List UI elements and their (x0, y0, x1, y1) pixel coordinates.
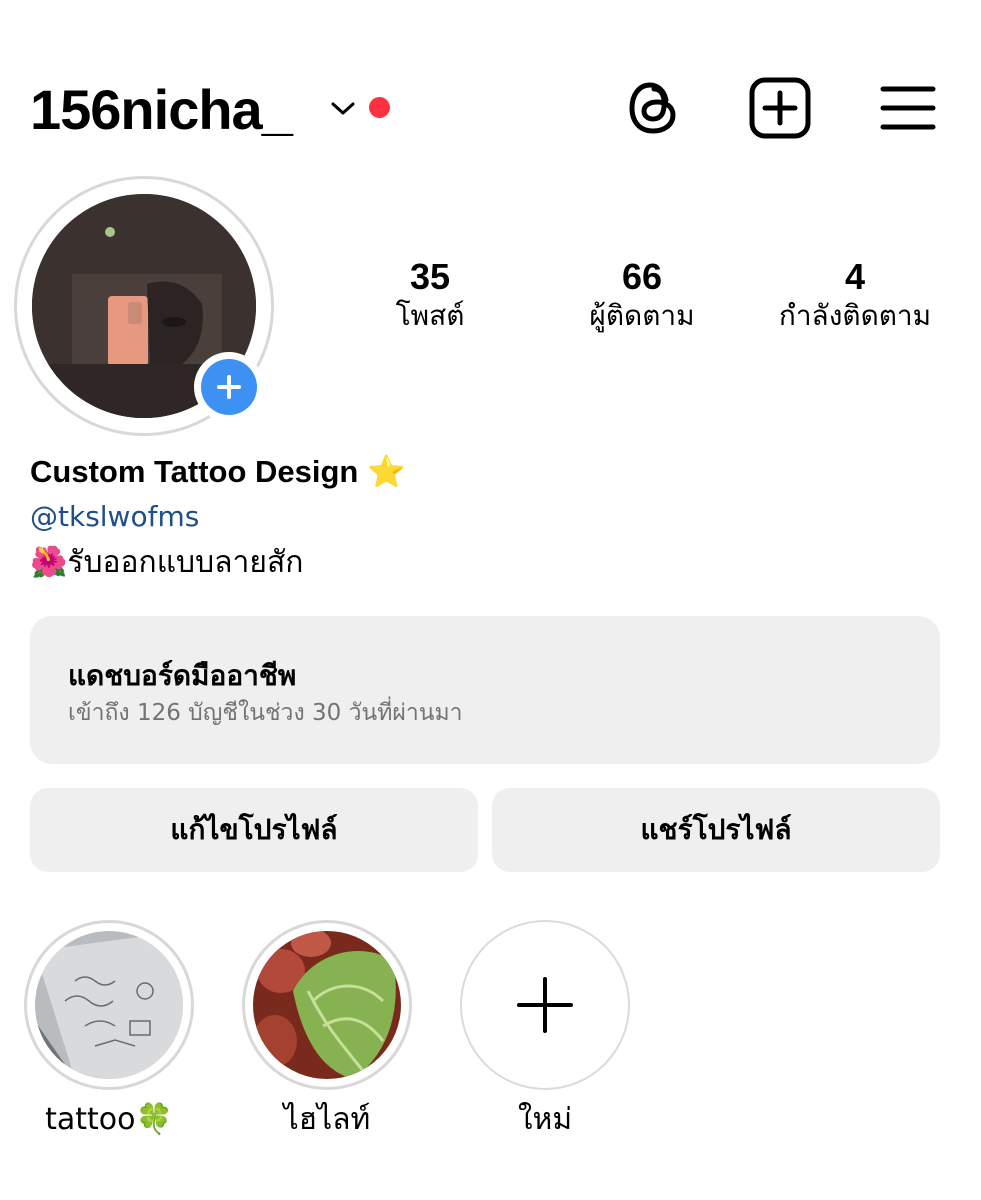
plus-icon (517, 977, 573, 1033)
stat-followers[interactable]: 66 ผู้ติดตาม (572, 256, 712, 334)
stat-posts[interactable]: 35 โพสต์ (370, 256, 490, 334)
bio-text: 🌺รับออกแบบลายสัก (30, 545, 304, 580)
following-count: 4 (844, 256, 866, 297)
new-highlight-button[interactable]: ใหม่ (460, 920, 630, 1140)
highlight-ring (24, 920, 194, 1090)
highlight-cover-image (253, 931, 401, 1079)
dashboard-title: แดชบอร์ดมืออาชีพ (68, 659, 297, 692)
notification-dot (369, 97, 390, 118)
create-post-icon[interactable] (748, 76, 812, 140)
highlight-label: ไฮไลท์ (283, 1102, 371, 1137)
highlight-cover-image (35, 931, 183, 1079)
highlight-item[interactable]: tattoo🍀 (24, 920, 194, 1140)
posts-label: โพสต์ (395, 299, 465, 332)
highlight-item[interactable]: ไฮไลท์ (242, 920, 412, 1140)
followers-count: 66 (621, 256, 663, 297)
posts-count: 35 (409, 256, 451, 297)
profile-display-name: Custom Tattoo Design ⭐️ (30, 454, 406, 489)
threads-handle-link[interactable]: @tkslwofms (30, 498, 199, 536)
dashboard-subtitle: เข้าถึง 126 บัญชีในช่วง 30 วันที่ผ่านมา (68, 700, 463, 726)
profile-header: 156nicha_ (0, 0, 981, 170)
edit-profile-button[interactable]: แก้ไขโปรไฟล์ (30, 788, 478, 872)
highlight-label: tattoo🍀 (45, 1102, 173, 1137)
threads-icon[interactable] (622, 76, 686, 140)
professional-dashboard[interactable]: แดชบอร์ดมืออาชีพ เข้าถึง 126 บัญชีในช่วง… (30, 616, 940, 764)
new-highlight-ring (460, 920, 630, 1090)
highlight-ring (242, 920, 412, 1090)
stat-following[interactable]: 4 กำลังติดตาม (760, 256, 950, 334)
chevron-down-icon[interactable] (328, 96, 358, 122)
share-profile-button[interactable]: แชร์โปรไฟล์ (492, 788, 940, 872)
following-label: กำลังติดตาม (778, 299, 932, 332)
add-story-button[interactable] (194, 352, 264, 422)
plus-icon (201, 359, 257, 415)
followers-label: ผู้ติดตาม (589, 299, 695, 332)
hamburger-menu-icon[interactable] (876, 76, 940, 140)
username[interactable]: 156nicha_ (30, 76, 293, 144)
highlight-label: ใหม่ (517, 1102, 573, 1137)
